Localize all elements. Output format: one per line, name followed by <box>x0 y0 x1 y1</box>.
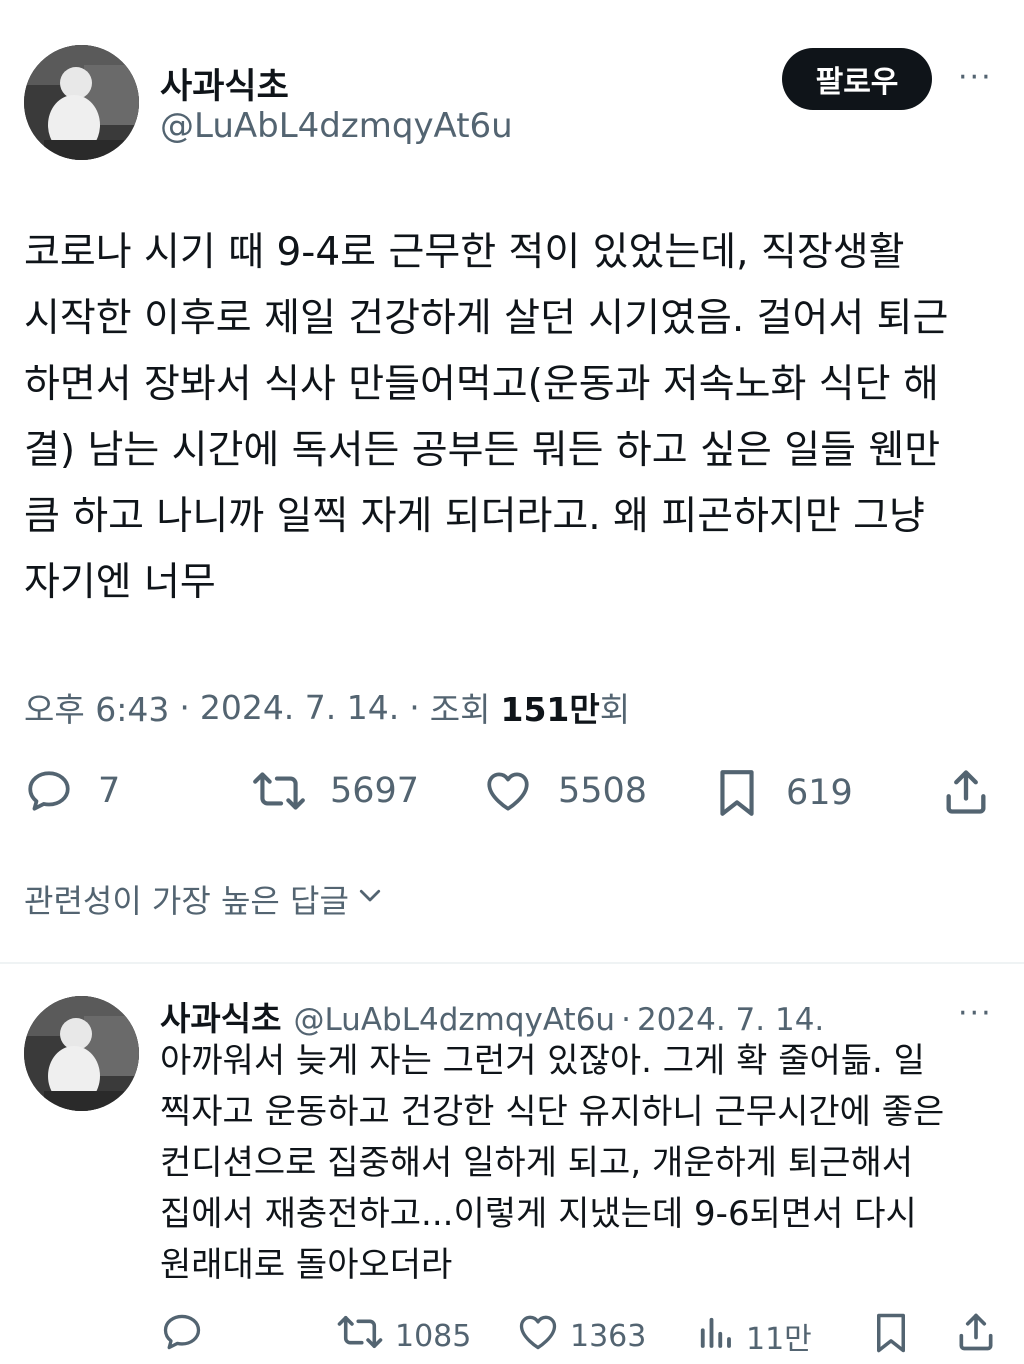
follow-button[interactable]: 팔로우 <box>782 48 932 110</box>
reply-reply-button[interactable] <box>160 1310 204 1362</box>
retweet-icon <box>250 766 308 816</box>
chevron-down-icon <box>355 880 385 918</box>
author-avatar[interactable] <box>24 45 139 160</box>
reply-share-button[interactable] <box>954 1310 998 1362</box>
heart-icon <box>482 766 534 816</box>
meta-separator: · <box>179 687 190 727</box>
reply-header: 사과식초 @LuAbL4dzmqyAt6u · 2024. 7. 14. <box>160 992 824 1040</box>
reply-more-options-icon[interactable]: ··· <box>958 996 993 1031</box>
views-icon <box>694 1310 736 1362</box>
share-icon <box>940 766 992 818</box>
views-suffix: 회 <box>599 690 631 729</box>
reply-like-button[interactable]: 1363 <box>516 1310 646 1362</box>
tweet-date[interactable]: 2024. 7. 14. <box>200 688 399 727</box>
share-icon <box>954 1310 998 1362</box>
reply-icon <box>160 1310 204 1362</box>
share-button[interactable] <box>940 766 992 818</box>
replies-sort-toggle[interactable]: 관련성이 가장 높은 답글 <box>24 876 385 922</box>
reply-author-handle[interactable]: @LuAbL4dzmqyAt6u <box>293 1002 615 1038</box>
tweet-time[interactable]: 오후 6:43 <box>24 683 169 731</box>
reply-author-name[interactable]: 사과식초 <box>160 992 281 1040</box>
more-options-icon[interactable]: ··· <box>958 60 993 95</box>
divider <box>0 962 1024 964</box>
author-handle[interactable]: @LuAbL4dzmqyAt6u <box>160 106 513 146</box>
retweet-count: 5697 <box>330 771 420 811</box>
reply-author-avatar[interactable] <box>24 996 139 1111</box>
views-label: 조회 <box>429 690 491 729</box>
reply-separator: · <box>621 1002 631 1038</box>
bookmark-icon <box>870 1310 912 1364</box>
reply-bookmark-button[interactable] <box>870 1310 912 1364</box>
author-name[interactable]: 사과식초 <box>160 58 289 109</box>
reply-views-count: 11만 <box>746 1322 812 1357</box>
like-button[interactable]: 5508 <box>482 766 647 816</box>
reply-icon <box>24 766 74 816</box>
like-count: 5508 <box>558 771 648 811</box>
bookmark-icon <box>712 766 762 820</box>
reply-like-count: 1363 <box>570 1318 647 1354</box>
reply-retweet-button[interactable]: 1085 <box>335 1310 471 1362</box>
tweet-meta: 오후 6:43 · 2024. 7. 14. · 조회 151만 회 <box>24 683 630 731</box>
tweet-text: 코로나 시기 때 9-4로 근무한 적이 있었는데, 직장생활 시작한 이후로 … <box>24 230 949 605</box>
replies-sort-label: 관련성이 가장 높은 답글 <box>24 882 349 920</box>
reply-retweet-count: 1085 <box>395 1318 472 1354</box>
reply-views-button[interactable]: 11만 <box>694 1310 812 1362</box>
bookmark-button[interactable]: 619 <box>712 766 853 820</box>
views-value: 151만 <box>500 690 600 729</box>
retweet-button[interactable]: 5697 <box>250 766 419 816</box>
reply-date[interactable]: 2024. 7. 14. <box>637 1002 824 1038</box>
retweet-icon <box>335 1310 385 1362</box>
bookmark-count: 619 <box>786 773 853 813</box>
reply-button[interactable]: 7 <box>24 766 120 816</box>
reply-text: 아까워서 늦게 자는 그런거 있잖아. 그게 확 줄어듦. 일 찍자고 운동하고… <box>160 1041 945 1285</box>
meta-separator: · <box>409 687 420 727</box>
heart-icon <box>516 1310 560 1362</box>
reply-count: 7 <box>98 771 121 811</box>
